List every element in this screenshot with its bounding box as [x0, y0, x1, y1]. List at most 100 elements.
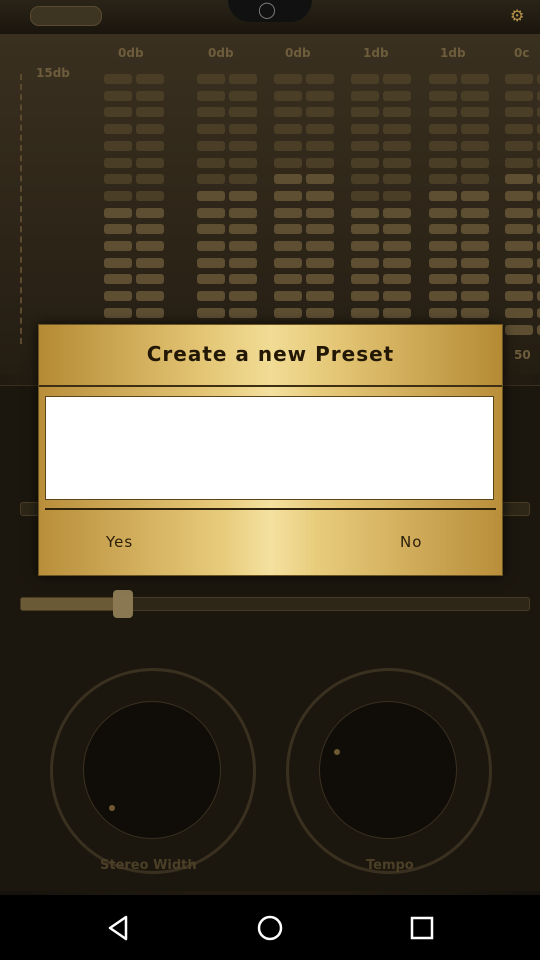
eq-segment: [274, 74, 302, 84]
recents-icon[interactable]: [406, 912, 438, 944]
eq-segment: [136, 190, 164, 201]
eq-segment: [229, 157, 257, 168]
knob-face: [83, 701, 221, 839]
eq-band-slider[interactable]: [274, 74, 336, 344]
eq-segment: [274, 90, 302, 101]
eq-segment: [197, 307, 225, 318]
eq-segment: [306, 190, 334, 201]
eq-segment: [136, 90, 164, 101]
knob-label: Stereo Width: [100, 858, 197, 873]
eq-segment: [429, 107, 457, 118]
control-slider[interactable]: [20, 590, 530, 618]
eq-segment: [274, 274, 302, 285]
back-icon[interactable]: [102, 912, 134, 944]
stereo-width-knob[interactable]: [50, 668, 256, 874]
slider-fill: [21, 598, 121, 610]
eq-segment: [136, 174, 164, 185]
eq-band-slider[interactable]: [429, 74, 491, 344]
eq-segment: [351, 291, 379, 302]
knob-face: [319, 701, 457, 839]
eq-segment: [429, 74, 457, 84]
eq-segment: [383, 90, 411, 101]
eq-segment: [274, 207, 302, 218]
eq-segment: [351, 257, 379, 268]
toggle-pill[interactable]: [30, 6, 102, 26]
home-icon[interactable]: [254, 912, 286, 944]
eq-segment: [104, 241, 132, 251]
eq-segment: [429, 224, 457, 235]
eq-band-slider[interactable]: [197, 74, 259, 344]
eq-segment: [351, 140, 379, 151]
eq-segment: [429, 190, 457, 201]
eq-segment: [351, 274, 379, 285]
eq-segment: [104, 174, 132, 185]
eq-segment: [306, 124, 334, 135]
tempo-knob[interactable]: [286, 668, 492, 874]
eq-segment: [136, 74, 164, 84]
eq-segment: [274, 124, 302, 135]
eq-segment: [274, 190, 302, 201]
eq-segment: [351, 107, 379, 118]
eq-segment: [229, 174, 257, 185]
eq-band-slider[interactable]: [351, 74, 413, 344]
eq-segment: [229, 241, 257, 251]
eq-segment: [104, 291, 132, 302]
eq-segment: [461, 124, 489, 135]
eq-segment: [104, 124, 132, 135]
band-label: 1db: [440, 46, 466, 60]
eq-segment: [197, 190, 225, 201]
gear-icon[interactable]: ⚙: [510, 6, 524, 25]
create-preset-dialog: Create a new Preset Yes No: [38, 324, 503, 576]
eq-segment: [383, 157, 411, 168]
band-label: 0db: [208, 46, 234, 60]
eq-segment: [505, 257, 533, 268]
navigation-bar: [0, 895, 540, 960]
yes-button[interactable]: Yes: [96, 527, 143, 557]
no-button[interactable]: No: [390, 527, 432, 557]
eq-segment: [274, 107, 302, 118]
eq-segment: [274, 157, 302, 168]
eq-segment: [461, 274, 489, 285]
eq-segment: [383, 274, 411, 285]
eq-segment: [197, 174, 225, 185]
eq-segment: [505, 124, 533, 135]
eq-segment: [429, 157, 457, 168]
eq-segment: [306, 140, 334, 151]
slider-knob[interactable]: [113, 590, 133, 618]
eq-segment: [197, 107, 225, 118]
knob-label: Tempo: [366, 858, 414, 873]
equalizer-panel: 0db 0db 0db 1db 1db 0c 15db: [0, 34, 540, 374]
eq-segment: [274, 140, 302, 151]
eq-segment: [197, 257, 225, 268]
eq-segment: [461, 207, 489, 218]
eq-segment: [229, 74, 257, 84]
eq-segment: [505, 90, 533, 101]
eq-segment: [306, 257, 334, 268]
eq-segment: [306, 274, 334, 285]
preset-name-input[interactable]: [45, 396, 494, 500]
eq-segment: [197, 274, 225, 285]
eq-band-slider[interactable]: [505, 74, 540, 344]
knob-indicator: [109, 805, 115, 811]
eq-segment: [461, 74, 489, 84]
eq-segment: [104, 274, 132, 285]
eq-segment: [136, 224, 164, 235]
eq-band-slider[interactable]: [104, 74, 166, 344]
eq-segment: [229, 124, 257, 135]
eq-segment: [229, 257, 257, 268]
eq-segment: [351, 190, 379, 201]
eq-segment: [274, 291, 302, 302]
eq-segment: [383, 257, 411, 268]
eq-segment: [104, 190, 132, 201]
eq-segment: [104, 90, 132, 101]
eq-segment: [229, 207, 257, 218]
eq-segment: [461, 157, 489, 168]
eq-segment: [274, 257, 302, 268]
eq-segment: [136, 291, 164, 302]
eq-segment: [505, 190, 533, 201]
right-scale-label: 50: [514, 348, 531, 362]
eq-segment: [505, 74, 533, 84]
eq-segment: [306, 157, 334, 168]
dialog-title: Create a new Preset: [146, 342, 395, 366]
eq-segment: [197, 224, 225, 235]
